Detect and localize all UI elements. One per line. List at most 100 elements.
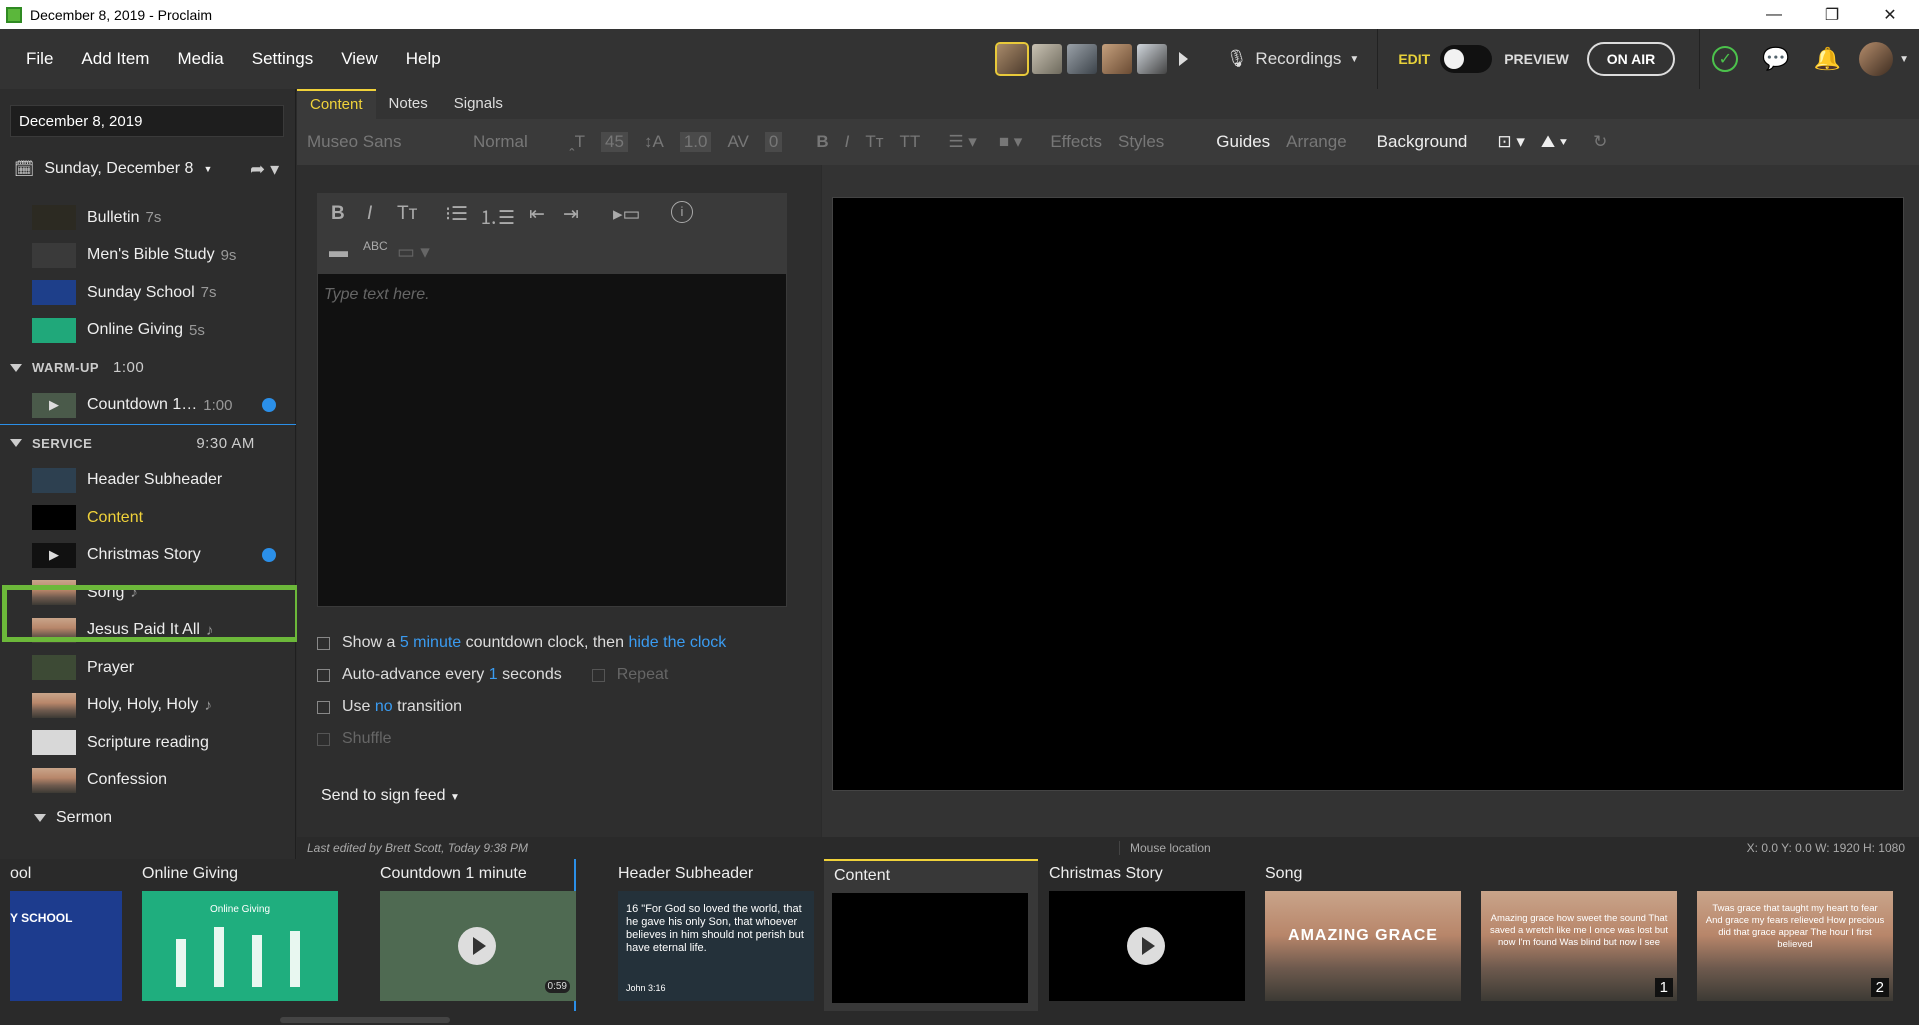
filmstrip-item[interactable]: Header Subheader 16 "For God so loved th… [598, 859, 814, 1011]
day-selector[interactable]: 🗓 Sunday, December 8 ▼ [14, 159, 212, 179]
share-icon[interactable]: ➦ ▾ [250, 159, 279, 180]
reset-icon[interactable]: ↻ [1593, 132, 1607, 152]
tab-signals[interactable]: Signals [441, 89, 516, 119]
list-item[interactable]: Header Subheader [0, 462, 296, 500]
info-icon[interactable]: i [671, 201, 693, 223]
section-header-service[interactable]: SERVICE 9:30 AM [0, 424, 296, 462]
menu-view[interactable]: View [327, 49, 392, 69]
filmstrip-item[interactable]: ool Y SCHOOL [10, 859, 130, 1011]
transition-checkbox[interactable] [317, 700, 330, 714]
guides-menu[interactable]: Guides [1216, 132, 1270, 152]
color-swatch-icon[interactable]: ■ ▾ [999, 132, 1023, 152]
play-icon[interactable] [458, 927, 496, 965]
tab-notes[interactable]: Notes [376, 89, 441, 119]
user-avatar[interactable] [1859, 42, 1894, 76]
list-item[interactable]: Men's Bible Study 9s [0, 237, 296, 275]
list-item[interactable]: Confession [0, 762, 296, 800]
all-caps-icon[interactable]: TT [900, 132, 921, 152]
list-item[interactable]: ▶ Countdown 1… 1:00 [0, 387, 296, 425]
section-header-warmup[interactable]: WARM-UP 1:00 [0, 349, 296, 387]
avatar[interactable] [1136, 44, 1167, 74]
filmstrip-item[interactable]: Countdown 1 minute 0:59 [360, 859, 576, 1011]
filmstrip-item[interactable]: Christmas Story [1049, 859, 1245, 1011]
outdent-icon[interactable]: ⇤ [529, 203, 545, 226]
filmstrip-item-current[interactable]: Content [824, 859, 1038, 1011]
font-family-select[interactable]: Museo Sans [307, 132, 457, 152]
sync-ok-icon[interactable]: ✓ [1712, 46, 1739, 72]
repeat-checkbox[interactable] [591, 668, 605, 682]
countdown-checkbox[interactable] [317, 636, 330, 650]
font-style-select[interactable]: Normal [473, 132, 553, 152]
collapse-caret-icon[interactable] [10, 363, 22, 372]
section-header-sermon[interactable]: Sermon [0, 799, 296, 837]
transition-type-link[interactable]: no [375, 698, 393, 716]
list-item[interactable]: Online Giving 5s [0, 312, 296, 350]
spellcheck-icon[interactable]: ABC [363, 239, 388, 253]
line-height-input[interactable]: 1.0 [679, 132, 712, 152]
text-box-icon[interactable]: ⊡ ▾ [1497, 132, 1525, 152]
on-air-button[interactable]: ON AIR [1586, 42, 1676, 76]
edit-label[interactable]: EDIT [1398, 51, 1430, 67]
list-item[interactable]: ▶ Christmas Story [0, 537, 296, 575]
list-item[interactable]: Holy, Holy, Holy ♪ [0, 687, 296, 725]
options-dropdown-icon[interactable]: ▭ ▾ [397, 241, 430, 264]
auto-advance-seconds-link[interactable]: 1 [489, 666, 498, 684]
italic-icon[interactable]: I [367, 203, 372, 225]
filmstrip-item[interactable]: Online Giving Online Giving [142, 859, 338, 1011]
effects-menu[interactable]: Effects [1050, 132, 1102, 152]
list-item[interactable]: Song ♪ [0, 574, 296, 612]
menu-add-item[interactable]: Add Item [67, 49, 163, 69]
list-item[interactable]: Sunday School 7s [0, 274, 296, 312]
chat-icon[interactable]: 💬 [1762, 46, 1789, 72]
bullet-list-icon[interactable]: ⁝☰ [445, 203, 468, 226]
menu-help[interactable]: Help [392, 49, 455, 69]
expand-avatars-icon[interactable] [1178, 52, 1188, 66]
menu-settings[interactable]: Settings [238, 49, 327, 69]
close-button[interactable]: ✕ [1861, 0, 1919, 29]
letter-spacing-input[interactable]: 0 [764, 132, 783, 152]
list-item[interactable]: Bulletin 7s [0, 199, 296, 237]
font-size-input[interactable]: 45 [601, 132, 628, 152]
filmstrip-item[interactable]: Amazing grace how sweet the sound That s… [1481, 859, 1677, 1011]
indent-icon[interactable]: ⇥ [563, 203, 579, 226]
image-icon[interactable]: ⛰ ▾ [1541, 132, 1567, 152]
countdown-end-link[interactable]: hide the clock [628, 634, 726, 652]
list-item[interactable]: Prayer [0, 649, 296, 687]
filmstrip-item[interactable]: Song AMAZING GRACE [1265, 859, 1461, 1011]
filmstrip-item[interactable]: Twas grace that taught my heart to fear … [1697, 859, 1893, 1011]
italic-icon[interactable]: I [845, 132, 850, 152]
preview-label[interactable]: PREVIEW [1504, 51, 1569, 67]
separator-icon[interactable]: ▬ [329, 241, 348, 263]
tab-content[interactable]: Content [297, 89, 376, 119]
avatar[interactable] [1066, 44, 1097, 74]
shuffle-checkbox[interactable] [317, 732, 330, 746]
minimize-button[interactable]: — [1745, 0, 1803, 29]
styles-menu[interactable]: Styles [1118, 132, 1164, 152]
menu-media[interactable]: Media [163, 49, 237, 69]
edit-preview-toggle[interactable] [1440, 45, 1493, 73]
slide-canvas[interactable] [832, 197, 1904, 791]
auto-advance-checkbox[interactable] [317, 668, 330, 682]
list-item[interactable]: Scripture reading [0, 724, 296, 762]
maximize-button[interactable]: ❐ [1803, 0, 1861, 29]
play-icon[interactable] [1127, 927, 1165, 965]
numbered-list-icon[interactable]: ⒈☰ [479, 203, 515, 230]
collapse-caret-icon[interactable] [34, 813, 46, 822]
bell-icon[interactable]: 🔔 [1814, 46, 1841, 72]
bold-icon[interactable]: B [816, 132, 828, 152]
arrange-menu[interactable]: Arrange [1286, 132, 1346, 152]
insert-icon[interactable]: ▸▭ [613, 203, 641, 226]
send-to-sign-feed-button[interactable]: Send to sign feed ▼ [321, 787, 460, 805]
background-menu[interactable]: Background [1377, 132, 1468, 152]
list-item-selected[interactable]: Content [0, 499, 296, 537]
filmstrip-scrollbar[interactable] [280, 1017, 450, 1023]
bold-icon[interactable]: B [331, 203, 345, 225]
menu-file[interactable]: File [12, 49, 67, 69]
list-item[interactable]: Jesus Paid It All ♪ [0, 612, 296, 650]
collapse-caret-icon[interactable] [10, 439, 22, 448]
avatar[interactable] [1031, 44, 1062, 74]
small-caps-icon[interactable]: Tт [865, 132, 883, 152]
avatar[interactable] [1101, 44, 1132, 74]
align-icon[interactable]: ☰ ▾ [948, 132, 977, 152]
countdown-duration-link[interactable]: 5 minute [400, 634, 461, 652]
